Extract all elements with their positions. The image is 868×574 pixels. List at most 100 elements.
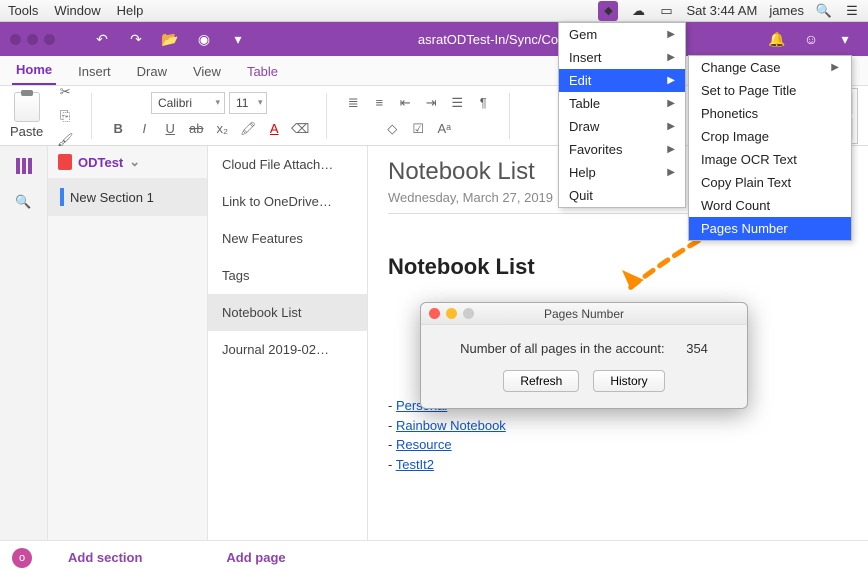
- smile-icon[interactable]: ☺: [798, 28, 824, 50]
- copy-icon[interactable]: ⎘: [53, 105, 77, 127]
- refresh-button[interactable]: Refresh: [503, 370, 579, 392]
- folder-open-icon[interactable]: 📂: [157, 28, 183, 50]
- dialog-titlebar[interactable]: Pages Number: [421, 303, 747, 325]
- todo-button[interactable]: ☑: [406, 118, 430, 140]
- note-heading[interactable]: Notebook List: [388, 254, 848, 280]
- page-item[interactable]: Journal 2019-02…: [208, 331, 367, 368]
- left-rail: 🔍: [0, 146, 48, 540]
- menu-item-set-page-title[interactable]: Set to Page Title: [689, 79, 851, 102]
- font-select[interactable]: Calibri: [151, 92, 225, 114]
- edit-submenu: Change Case▶ Set to Page Title Phonetics…: [688, 55, 852, 241]
- pages-number-dialog: Pages Number Number of all pages in the …: [420, 302, 748, 409]
- pages-count-value: 354: [686, 341, 708, 356]
- undo-icon[interactable]: ↶: [89, 28, 115, 50]
- paste-button[interactable]: Paste: [10, 92, 43, 139]
- paste-label: Paste: [10, 124, 43, 139]
- add-page-button[interactable]: Add page: [226, 550, 285, 565]
- app-titlebar: ↶ ↷ 📂 ◉ ▾ asratODTest-In/Sync/Complete 🔔…: [0, 22, 868, 56]
- clipboard-icon: [14, 92, 40, 122]
- menu-item-quit[interactable]: Quit: [559, 184, 685, 207]
- notebook-link[interactable]: Resource: [396, 437, 452, 452]
- cut-icon[interactable]: ✂: [53, 81, 77, 103]
- footer: o Add section Add page: [0, 540, 868, 574]
- notebook-header[interactable]: ODTest ⌄: [48, 146, 207, 178]
- bold-button[interactable]: B: [106, 118, 130, 140]
- notebooks-icon[interactable]: [12, 154, 36, 178]
- menu-item-draw[interactable]: Draw▶: [559, 115, 685, 138]
- highlight-button[interactable]: 🖍: [236, 118, 260, 140]
- menu-item-insert[interactable]: Insert▶: [559, 46, 685, 69]
- menu-item-help[interactable]: Help▶: [559, 161, 685, 184]
- notebook-name: ODTest: [78, 155, 123, 170]
- menu-item-copy-plain[interactable]: Copy Plain Text: [689, 171, 851, 194]
- tab-view[interactable]: View: [189, 58, 225, 85]
- align-button[interactable]: ☰: [445, 92, 469, 114]
- menu-item-ocr[interactable]: Image OCR Text: [689, 148, 851, 171]
- menu-help[interactable]: Help: [117, 3, 144, 18]
- bullets-button[interactable]: ≣: [341, 92, 365, 114]
- redo-icon[interactable]: ↷: [123, 28, 149, 50]
- gem-menubar-icon[interactable]: ◆: [598, 1, 618, 21]
- menu-item-change-case[interactable]: Change Case▶: [689, 56, 851, 79]
- user-name[interactable]: james: [769, 3, 804, 18]
- section-label: New Section 1: [70, 190, 154, 205]
- page-date: Wednesday, March 27, 2019: [388, 190, 553, 205]
- menu-tools[interactable]: Tools: [8, 3, 38, 18]
- clear-format-button[interactable]: ⌫: [288, 118, 312, 140]
- section-color-mark: [60, 188, 64, 206]
- subscript-button[interactable]: x₂: [210, 118, 234, 140]
- pilcrow-button[interactable]: ¶: [471, 92, 495, 114]
- tab-home[interactable]: Home: [12, 56, 56, 85]
- tab-table[interactable]: Table: [243, 58, 282, 85]
- mac-menubar: Tools Window Help ◆ ☁ ▭ Sat 3:44 AM jame…: [0, 0, 868, 22]
- search-icon[interactable]: 🔍: [816, 3, 832, 19]
- underline-button[interactable]: U: [158, 118, 182, 140]
- page-item[interactable]: Tags: [208, 257, 367, 294]
- bell-icon[interactable]: 🔔: [764, 28, 790, 50]
- menu-item-table[interactable]: Table▶: [559, 92, 685, 115]
- menu-item-pages-number[interactable]: Pages Number: [689, 217, 851, 240]
- dialog-title: Pages Number: [421, 307, 747, 321]
- tab-insert[interactable]: Insert: [74, 58, 115, 85]
- menu-item-favorites[interactable]: Favorites▶: [559, 138, 685, 161]
- more-icon[interactable]: ▾: [225, 28, 251, 50]
- italic-button[interactable]: I: [132, 118, 156, 140]
- menu-item-phonetics[interactable]: Phonetics: [689, 102, 851, 125]
- page-item[interactable]: Link to OneDrive…: [208, 183, 367, 220]
- numbering-button[interactable]: ≡: [367, 92, 391, 114]
- sections-panel: ODTest ⌄ New Section 1: [48, 146, 208, 540]
- outdent-button[interactable]: ⇤: [393, 92, 417, 114]
- gem-menu: Gem▶ Insert▶ Edit▶ Table▶ Draw▶ Favorite…: [558, 22, 686, 208]
- chevron-down-icon: ⌄: [129, 154, 140, 170]
- chevron-down-icon[interactable]: ▾: [832, 28, 858, 50]
- strike-button[interactable]: ab: [184, 118, 208, 140]
- notebook-link[interactable]: TestIt2: [396, 457, 434, 472]
- account-badge[interactable]: o: [12, 548, 32, 568]
- pages-panel: Cloud File Attach… Link to OneDrive… New…: [208, 146, 368, 540]
- menu-item-crop-image[interactable]: Crop Image: [689, 125, 851, 148]
- display-icon[interactable]: ▭: [658, 3, 674, 19]
- tag-button[interactable]: ◇: [380, 118, 404, 140]
- search-rail-icon[interactable]: 🔍: [12, 190, 36, 214]
- menu-window[interactable]: Window: [54, 3, 100, 18]
- history-button[interactable]: History: [593, 370, 664, 392]
- traffic-lights[interactable]: [10, 34, 55, 45]
- font-size-select[interactable]: 11: [229, 92, 267, 114]
- section-item[interactable]: New Section 1: [48, 178, 207, 216]
- list-icon[interactable]: ☰: [844, 3, 860, 19]
- tab-draw[interactable]: Draw: [133, 58, 171, 85]
- menu-item-word-count[interactable]: Word Count: [689, 194, 851, 217]
- add-section-button[interactable]: Add section: [68, 550, 142, 565]
- menu-item-gem[interactable]: Gem▶: [559, 23, 685, 46]
- page-item[interactable]: Cloud File Attach…: [208, 146, 367, 183]
- menu-item-edit[interactable]: Edit▶: [559, 69, 685, 92]
- notebook-link[interactable]: Rainbow Notebook: [396, 418, 506, 433]
- style-button[interactable]: Aᵃ: [432, 118, 456, 140]
- font-color-button[interactable]: A: [262, 118, 286, 140]
- page-item[interactable]: Notebook List: [208, 294, 367, 331]
- page-item[interactable]: New Features: [208, 220, 367, 257]
- indent-button[interactable]: ⇥: [419, 92, 443, 114]
- clock: Sat 3:44 AM: [686, 3, 757, 18]
- cloud-icon[interactable]: ☁: [630, 3, 646, 19]
- sync-icon[interactable]: ◉: [191, 28, 217, 50]
